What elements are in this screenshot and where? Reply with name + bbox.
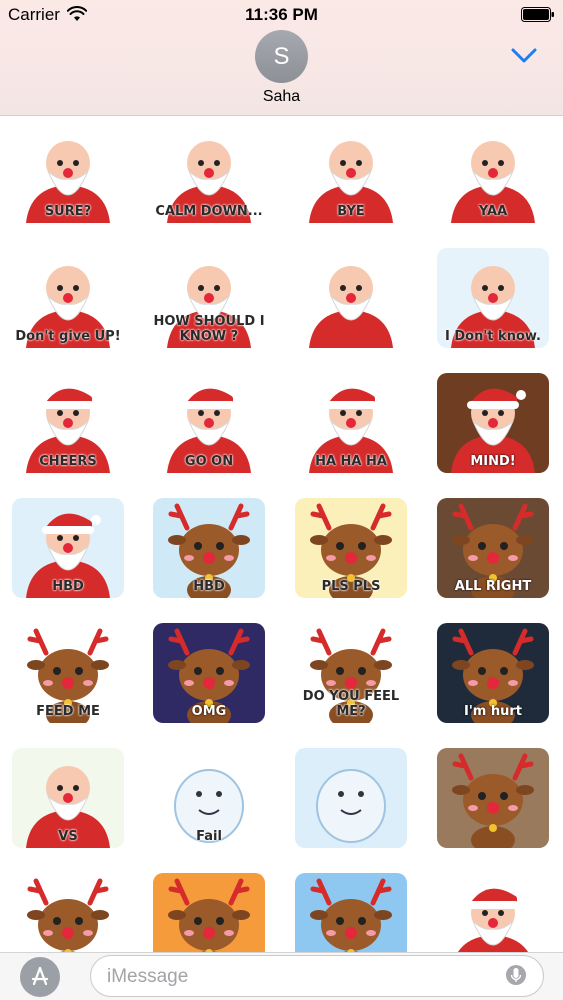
contact-name[interactable]: Saha	[0, 88, 563, 106]
sticker-reindeer[interactable]: PLS PLS	[295, 498, 407, 598]
sticker-art	[309, 266, 393, 348]
sticker-reindeer[interactable]	[437, 748, 549, 848]
sticker-reindeer[interactable]: OMG	[153, 623, 265, 723]
sticker-caption: HBD	[193, 579, 225, 594]
sticker-caption: FEED ME	[36, 704, 100, 719]
sticker-caption: VS	[58, 829, 78, 844]
sticker-caption: DO YOU FEEL ME?	[302, 689, 400, 719]
sticker-caption: YAA	[478, 204, 508, 219]
sticker-yeti[interactable]: Fail	[153, 748, 265, 848]
sticker-art	[168, 878, 250, 952]
sticker-reindeer[interactable]: LISTEN TO	[12, 873, 124, 952]
sticker-caption: ALL RIGHT	[454, 579, 532, 594]
sticker-caption: HOW SHOULD I KNOW ?	[153, 314, 265, 344]
sticker-caption: BYE	[337, 204, 365, 219]
sticker-art	[310, 878, 392, 952]
clock: 11:36 PM	[245, 5, 318, 24]
sticker-caption: Fail	[196, 829, 222, 844]
sticker-caption: I Don't know.	[444, 329, 541, 344]
conversation-header: Carrier 11:36 PM S Saha	[0, 0, 563, 116]
sticker-santa[interactable]: SURE?	[12, 123, 124, 223]
sticker-caption: HA HA HA	[315, 454, 387, 469]
sticker-grid: SURE? CALM DOWN... BYE YAA Don't give UP! HOW…	[0, 117, 563, 952]
sticker-reindeer[interactable]: BAD	[153, 873, 265, 952]
sticker-santa-hat[interactable]: HBD	[12, 498, 124, 598]
sticker-caption: MIND!	[470, 454, 516, 469]
sticker-santa[interactable]: VS	[12, 748, 124, 848]
sticker-santa[interactable]: I Don't know.	[437, 248, 549, 348]
sticker-art	[316, 769, 386, 843]
sticker-reindeer[interactable]: FEED ME	[12, 623, 124, 723]
sticker-caption: PLS PLS	[321, 579, 381, 594]
sticker-caption: CHEERS	[39, 454, 97, 469]
sticker-caption: CALM DOWN...	[155, 204, 263, 219]
app-store-button[interactable]	[20, 957, 60, 997]
sticker-santa[interactable]: CALM DOWN...	[153, 123, 265, 223]
sticker-santa[interactable]: YAA	[437, 123, 549, 223]
sticker-santa[interactable]: BYE	[295, 123, 407, 223]
sticker-santa-hat[interactable]: BYE BYE	[437, 873, 549, 952]
sticker-santa-hat[interactable]: GO ON	[153, 373, 265, 473]
sticker-caption: I'm hurt	[463, 704, 523, 719]
status-bar: Carrier 11:36 PM	[0, 0, 563, 28]
battery-icon	[521, 7, 554, 22]
sticker-santa[interactable]	[295, 248, 407, 348]
sticker-santa-hat[interactable]: MIND!	[437, 373, 549, 473]
sticker-reindeer[interactable]: HBD	[153, 498, 265, 598]
sticker-caption: SURE?	[44, 204, 92, 219]
sticker-caption: HBD	[52, 579, 84, 594]
imessage-input[interactable]: iMessage	[90, 955, 544, 997]
sticker-caption: Don't give UP!	[15, 329, 121, 344]
sticker-santa-hat[interactable]: CHEERS	[12, 373, 124, 473]
sticker-caption: OMG	[191, 704, 227, 719]
sticker-santa-hat[interactable]: HA HA HA	[295, 373, 407, 473]
message-input-bar: iMessage	[0, 952, 563, 1000]
chevron-down-icon[interactable]	[511, 47, 537, 65]
sticker-reindeer[interactable]: LONELY	[295, 873, 407, 952]
sticker-art	[27, 878, 109, 952]
sticker-reindeer[interactable]: DO YOU FEEL ME?	[295, 623, 407, 723]
contact-avatar[interactable]: S	[255, 30, 308, 83]
sticker-art	[452, 753, 534, 848]
sticker-santa[interactable]: HOW SHOULD I KNOW ?	[153, 248, 265, 348]
app-store-icon	[31, 966, 49, 986]
sticker-reindeer[interactable]: I'm hurt	[437, 623, 549, 723]
imessage-placeholder: iMessage	[107, 966, 189, 987]
sticker-santa[interactable]: Don't give UP!	[12, 248, 124, 348]
sticker-reindeer[interactable]: ALL RIGHT	[437, 498, 549, 598]
microphone-icon[interactable]	[505, 964, 527, 990]
sticker-yeti[interactable]	[295, 748, 407, 848]
sticker-caption: GO ON	[184, 454, 234, 469]
sticker-art	[458, 888, 528, 952]
